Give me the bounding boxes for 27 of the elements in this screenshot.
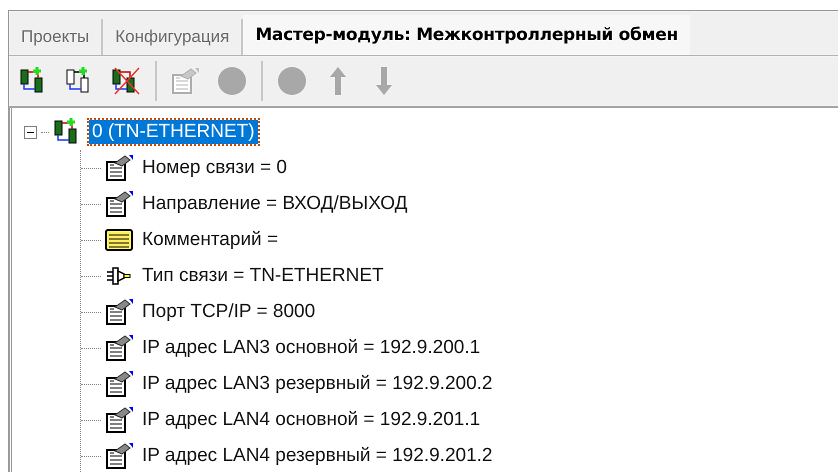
properties-icon [105,298,135,326]
tree-item[interactable]: IP адрес LAN4 резервный = 192.9.201.2 [139,444,496,468]
tree-item[interactable]: Номер связи = 0 [139,156,290,180]
up-arrow-icon [329,66,347,96]
circle-icon [217,66,247,96]
plug-icon [105,266,133,286]
tree-item[interactable]: Порт TCP/IP = 8000 [139,300,318,324]
tree-item[interactable]: 0 (TN-ETHERNET) [89,120,258,144]
properties-icon [105,370,135,398]
properties-icon [105,406,135,434]
properties-icon [105,190,135,218]
tree-item[interactable]: Тип связи = TN-ETHERNET [139,264,387,288]
tree-item[interactable]: Комментарий = [139,228,282,252]
note-icon [105,228,133,252]
tab[interactable]: Проекты [9,19,104,55]
tab[interactable]: Мастер-модуль: Межконтроллерный обмен [243,15,690,55]
circle-icon [277,66,307,96]
properties-icon [171,67,201,95]
delete-link-icon [111,66,141,96]
tree-item[interactable]: IP адрес LAN4 основной = 192.9.201.1 [139,408,484,432]
collapse-toggle[interactable] [24,126,37,138]
tree-item[interactable]: Направление = ВХОД/ВЫХОД [139,192,410,216]
properties-icon [105,334,135,362]
tree-item[interactable]: IP адрес LAN3 резервный = 192.9.200.2 [139,372,496,396]
properties-icon [105,154,135,182]
down-arrow-icon [375,66,393,96]
tree-item[interactable]: IP адрес LAN3 основной = 192.9.200.1 [139,336,484,360]
